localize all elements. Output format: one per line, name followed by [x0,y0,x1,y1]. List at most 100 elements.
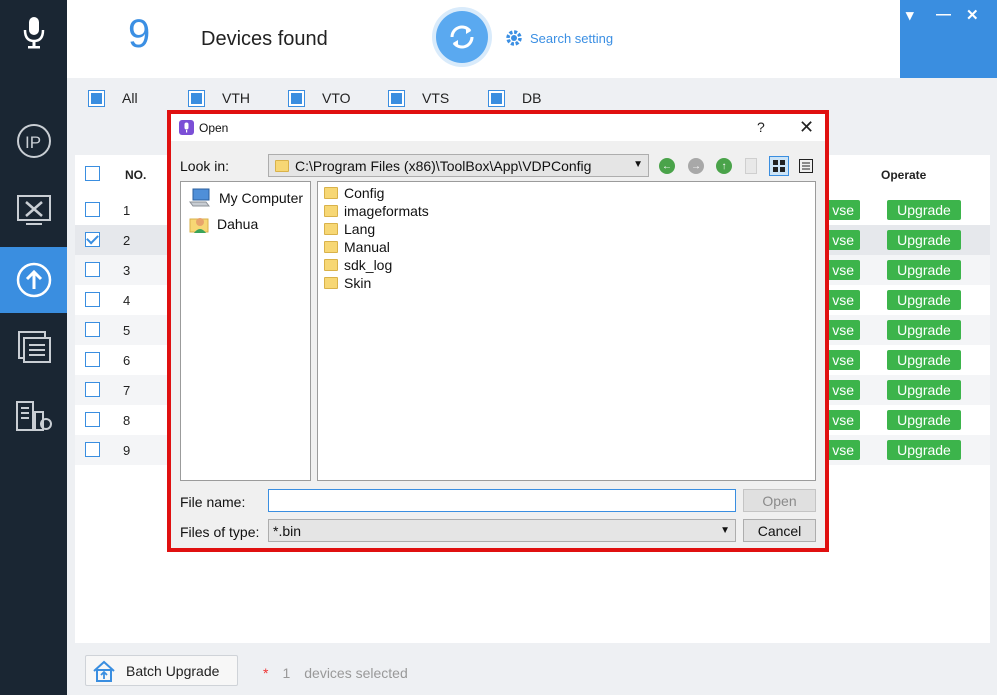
window-controls: ▾ — ✕ [900,0,997,78]
upgrade-button[interactable]: Upgrade [887,440,961,460]
dialog-title-bar: Open ? ✕ [171,114,825,141]
open-file-dialog: Open ? ✕ Look in: C:\Program Files (x86)… [167,110,829,552]
column-header-operate: Operate [881,168,927,182]
list-item[interactable]: sdk_log [324,257,392,273]
ip-config-icon[interactable]: IP [0,108,67,174]
batch-upgrade-button[interactable]: Batch Upgrade [85,655,238,686]
minimize-icon[interactable]: — [936,6,951,23]
device-config-icon[interactable] [0,178,67,244]
list-item[interactable]: Manual [324,239,390,255]
svg-text:IP: IP [25,133,41,152]
help-button[interactable]: ? [757,119,765,135]
selected-count: 1 [282,665,291,681]
search-setting-label: Search setting [530,30,614,46]
list-item[interactable]: Config [324,185,384,201]
row-number: 4 [123,293,131,308]
forward-icon[interactable]: → [688,158,704,174]
folder-icon [324,277,338,289]
row-number: 5 [123,323,131,338]
building-settings-icon[interactable] [0,384,67,450]
filter-checkbox[interactable] [488,89,505,107]
row-number: 7 [123,383,131,398]
upgrade-button[interactable]: Upgrade [887,290,961,310]
list-view-icon[interactable] [769,156,789,176]
file-type-value: *.bin [273,522,302,539]
filter-label: VTO [322,90,351,106]
column-header-no: NO. [125,168,147,182]
filter-checkbox[interactable] [388,89,405,107]
gear-icon [506,30,522,46]
folder-icon [324,259,338,271]
place-dahua[interactable]: Dahua [189,214,258,234]
row-checkbox[interactable] [85,442,100,457]
folder-icon [324,205,338,217]
file-name-label: File name: [180,494,246,510]
file-name: Skin [344,275,372,291]
row-checkbox[interactable] [85,412,100,427]
list-item[interactable]: Lang [324,221,375,237]
row-checkbox[interactable] [85,382,100,397]
row-checkbox[interactable] [85,352,100,367]
list-item[interactable]: imageformats [324,203,429,219]
filter-checkbox[interactable] [288,89,305,107]
upgrade-button[interactable]: Upgrade [887,200,961,220]
filter-checkbox[interactable] [88,89,105,107]
row-checkbox[interactable] [85,232,100,247]
app-icon [179,120,194,135]
device-list-icon[interactable] [0,314,67,380]
detail-view-icon[interactable] [797,157,815,175]
places-sidebar: My Computer Dahua [180,181,311,481]
refresh-button[interactable] [436,11,488,63]
search-setting-link[interactable]: Search setting [504,28,613,48]
microphone-icon[interactable] [0,0,67,66]
select-all-checkbox[interactable] [85,166,100,181]
new-folder-icon[interactable] [745,158,757,174]
cancel-button[interactable]: Cancel [743,519,816,542]
upgrade-button[interactable]: Upgrade [887,230,961,250]
open-button[interactable]: Open [743,489,816,512]
row-checkbox[interactable] [85,202,100,217]
selected-suffix: devices selected [304,665,408,681]
place-my-computer[interactable]: My Computer [189,188,303,208]
back-icon[interactable]: ← [659,158,675,174]
file-type-dropdown[interactable]: *.bin ▼ [268,519,736,542]
row-checkbox[interactable] [85,262,100,277]
devices-found-label: Devices found [201,28,328,50]
file-name-input[interactable] [268,489,736,512]
upgrade-button[interactable]: Upgrade [887,320,961,340]
home-upgrade-icon [93,660,115,682]
upgrade-button[interactable]: Upgrade [887,260,961,280]
row-number: 2 [123,233,131,248]
file-type-label: Files of type: [180,524,260,540]
filter-vth[interactable]: VTH [188,89,250,107]
look-in-label: Look in: [180,158,230,174]
filter-all[interactable]: All [88,89,138,107]
folder-icon [324,187,338,199]
upgrade-button[interactable]: Upgrade [887,410,961,430]
filter-label: All [122,90,138,106]
folder-icon [324,241,338,253]
dialog-title: Open [199,121,229,135]
chevron-down-icon: ▼ [720,525,730,536]
row-checkbox[interactable] [85,292,100,307]
upgrade-button[interactable]: Upgrade [887,380,961,400]
close-window-icon[interactable]: ✕ [966,6,979,24]
device-count: 9 [128,12,151,56]
menu-dropdown-icon[interactable]: ▾ [906,6,914,24]
file-list: Config imageformats Lang Manual sdk_log … [317,181,816,481]
row-number: 9 [123,443,131,458]
row-checkbox[interactable] [85,322,100,337]
filter-vto[interactable]: VTO [288,89,351,107]
list-item[interactable]: Skin [324,275,371,291]
top-bar: 9 Devices found Search setting [67,0,997,78]
up-folder-icon[interactable]: ↑ [716,158,732,174]
dialog-close-button[interactable]: ✕ [799,117,814,138]
row-number: 1 [123,203,131,218]
upgrade-button[interactable]: Upgrade [887,350,961,370]
filter-label: DB [522,90,542,106]
filter-vts[interactable]: VTS [388,89,449,107]
look-in-dropdown[interactable]: C:\Program Files (x86)\ToolBox\App\VDPCo… [268,154,649,177]
filter-db[interactable]: DB [488,89,542,107]
filter-checkbox[interactable] [188,89,205,107]
upgrade-icon[interactable] [0,247,67,313]
